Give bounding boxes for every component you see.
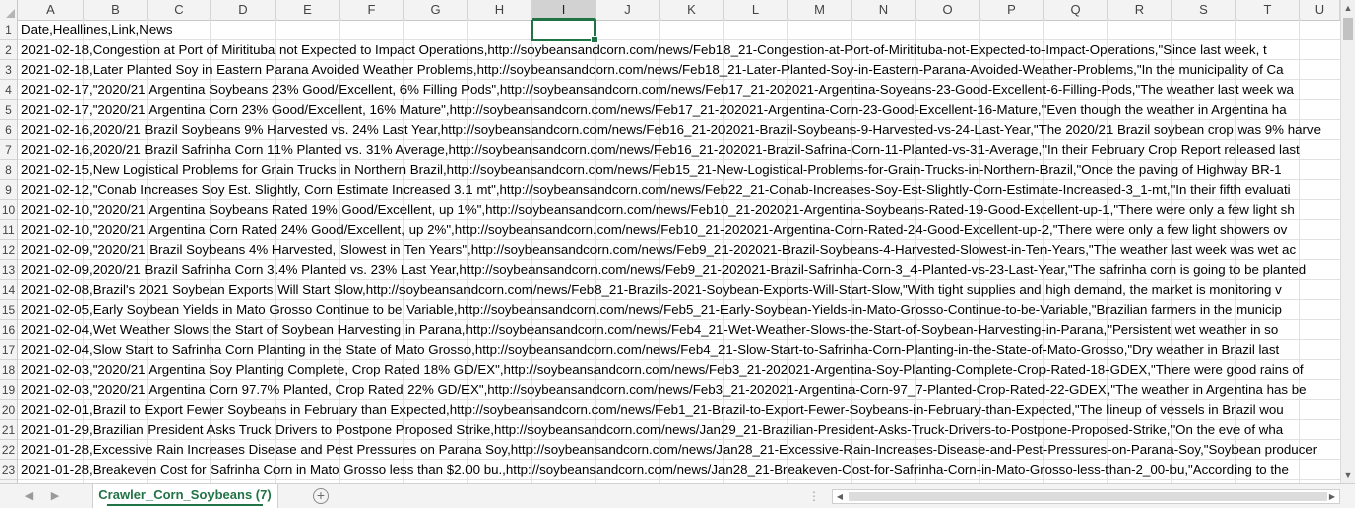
column-header-h[interactable]: H — [468, 0, 532, 20]
cell-a-text[interactable]: 2021-02-17,"2020/21 Argentina Soybeans 2… — [21, 80, 1294, 100]
cell-a-text[interactable]: 2021-02-18,Later Planted Soy in Eastern … — [21, 60, 1283, 80]
cell-a-text[interactable]: 2021-02-04,Wet Weather Slows the Start o… — [21, 320, 1278, 340]
column-header-a[interactable]: A — [18, 0, 84, 20]
column-header-j[interactable]: J — [596, 0, 660, 20]
cell-a-text[interactable]: 2021-01-28,Breakeven Cost for Safrinha C… — [21, 460, 1289, 480]
column-header-r[interactable]: R — [1108, 0, 1172, 20]
row-header[interactable]: 14 — [0, 280, 17, 300]
row-header[interactable]: 23 — [0, 460, 17, 480]
row-header[interactable]: 1 — [0, 20, 17, 40]
cell-a-text[interactable]: 2021-02-03,"2020/21 Argentina Corn 97.7%… — [21, 380, 1307, 400]
scroll-down-arrow-icon[interactable]: ▼ — [1341, 467, 1355, 483]
horizontal-scrollbar[interactable]: ◀ ▶ — [832, 489, 1340, 504]
row-header[interactable]: 2 — [0, 40, 17, 60]
row-header[interactable]: 18 — [0, 360, 17, 380]
row-header[interactable]: 16 — [0, 320, 17, 340]
column-header-c[interactable]: C — [148, 0, 211, 20]
cell-a-text[interactable]: 2021-02-17,"2020/21 Argentina Corn 23% G… — [21, 100, 1287, 120]
cell-a-text[interactable]: 2021-02-09,"2020/21 Brazil Soybeans 4% H… — [21, 240, 1296, 260]
row-header[interactable]: 12 — [0, 240, 17, 260]
cell-a-text[interactable]: 2021-02-10,"2020/21 Argentina Soybeans R… — [21, 200, 1295, 220]
column-header-t[interactable]: T — [1236, 0, 1300, 20]
column-header-q[interactable]: Q — [1044, 0, 1108, 20]
column-header-g[interactable]: G — [404, 0, 468, 20]
column-gridline — [1299, 20, 1300, 483]
horizontal-scroll-thumb[interactable] — [849, 492, 1327, 501]
row-header[interactable]: 13 — [0, 260, 17, 280]
row-header[interactable]: 8 — [0, 160, 17, 180]
column-header-l[interactable]: L — [724, 0, 788, 20]
column-header-u[interactable]: U — [1300, 0, 1340, 20]
tab-area-splitter[interactable]: ⋮ — [808, 490, 820, 503]
column-header-i[interactable]: I — [532, 0, 596, 20]
row-header[interactable]: 4 — [0, 80, 17, 100]
cell-a-text[interactable]: 2021-02-16,2020/21 Brazil Safrinha Corn … — [21, 140, 1300, 160]
row-header[interactable]: 15 — [0, 300, 17, 320]
column-header-s[interactable]: S — [1172, 0, 1236, 20]
column-header-o[interactable]: O — [916, 0, 980, 20]
cell-a-text[interactable]: 2021-02-10,"2020/21 Argentina Corn Rated… — [21, 220, 1287, 240]
sheet-tab-label: Crawler_Corn_Soybeans (7) — [98, 487, 272, 502]
cell-a-text[interactable]: 2021-02-05,Early Soybean Yields in Mato … — [21, 300, 1282, 320]
row-header[interactable]: 20 — [0, 400, 17, 420]
cell-a-text[interactable]: 2021-02-09,2020/21 Brazil Safrinha Corn … — [21, 260, 1306, 280]
cell-a-text[interactable]: 2021-02-16,2020/21 Brazil Soybeans 9% Ha… — [21, 120, 1321, 140]
row-header[interactable]: 22 — [0, 440, 17, 460]
row-header[interactable]: 9 — [0, 180, 17, 200]
row-header[interactable]: 5 — [0, 100, 17, 120]
scroll-up-arrow-icon[interactable]: ▲ — [1341, 0, 1355, 16]
column-header-bar: ABCDEFGHIJKLMNOPQRSTU — [0, 0, 1340, 21]
cell-a-text[interactable]: 2021-02-08,Brazil's 2021 Soybean Exports… — [21, 280, 1282, 300]
vertical-scrollbar[interactable]: ▲ ▼ — [1340, 0, 1355, 483]
scroll-right-arrow-icon[interactable]: ▶ — [1325, 490, 1339, 503]
cell-a-text[interactable]: 2021-02-03,"2020/21 Argentina Soy Planti… — [21, 360, 1304, 380]
spreadsheet-grid-area: ABCDEFGHIJKLMNOPQRSTU 1 2 3 4 5 6 7 8 9 10 11 12 13 1… — [0, 0, 1355, 483]
cell-a-text[interactable]: 2021-02-12,"Conab Increases Soy Est. Sli… — [21, 180, 1291, 200]
plus-circle-icon[interactable]: + — [313, 488, 329, 504]
active-cell-cursor[interactable] — [531, 20, 598, 43]
sheet-tab-underline — [107, 504, 263, 506]
cell-a-text[interactable]: 2021-02-01,Brazil to Export Fewer Soybea… — [21, 400, 1284, 420]
sheet-tab-active[interactable]: Crawler_Corn_Soybeans (7) — [92, 484, 278, 508]
column-header-f[interactable]: F — [340, 0, 404, 20]
column-header-d[interactable]: D — [211, 0, 276, 20]
vertical-scroll-thumb[interactable] — [1343, 18, 1353, 40]
column-header-n[interactable]: N — [852, 0, 916, 20]
row-header[interactable]: 10 — [0, 200, 17, 220]
row-header-bar: 1 2 3 4 5 6 7 8 9 10 11 12 13 14 15 16 17 18 19 20 21 22 23 — [0, 20, 18, 483]
row-header[interactable]: 11 — [0, 220, 17, 240]
row-header[interactable]: 3 — [0, 60, 17, 80]
row-header[interactable]: 21 — [0, 420, 17, 440]
triangle-right-icon[interactable]: ▶ — [48, 488, 62, 504]
sheet-tab-bar: ◀ ▶ Crawler_Corn_Soybeans (7) + ⋮ ◀ ▶ — [0, 483, 1355, 508]
cell-a-text[interactable]: Date,Heallines,Link,News — [21, 20, 173, 40]
cell-a-text[interactable]: 2021-01-28,Excessive Rain Increases Dise… — [21, 440, 1317, 460]
column-header-b[interactable]: B — [84, 0, 148, 20]
row-header[interactable]: 6 — [0, 120, 17, 140]
cell-a-text[interactable]: 2021-01-29,Brazilian President Asks Truc… — [21, 420, 1283, 440]
cell-a-text[interactable]: 2021-02-04,Slow Start to Safrinha Corn P… — [21, 340, 1279, 360]
column-header-e[interactable]: E — [276, 0, 340, 20]
scroll-left-arrow-icon[interactable]: ◀ — [833, 490, 847, 503]
column-header-k[interactable]: K — [660, 0, 724, 20]
column-header-m[interactable]: M — [788, 0, 852, 20]
select-all-button[interactable] — [0, 0, 18, 20]
cell-a-text[interactable]: 2021-02-18,Congestion at Port of Miritit… — [21, 40, 1267, 60]
column-header-p[interactable]: P — [980, 0, 1044, 20]
cell-a-text[interactable]: 2021-02-15,New Logistical Problems for G… — [21, 160, 1282, 180]
triangle-left-icon[interactable]: ◀ — [22, 488, 36, 504]
cell-grid[interactable]: Date,Heallines,Link,News 2021-02-18,Conge… — [18, 20, 1340, 483]
row-header[interactable]: 19 — [0, 380, 17, 400]
row-header[interactable]: 17 — [0, 340, 17, 360]
row-header[interactable]: 7 — [0, 140, 17, 160]
